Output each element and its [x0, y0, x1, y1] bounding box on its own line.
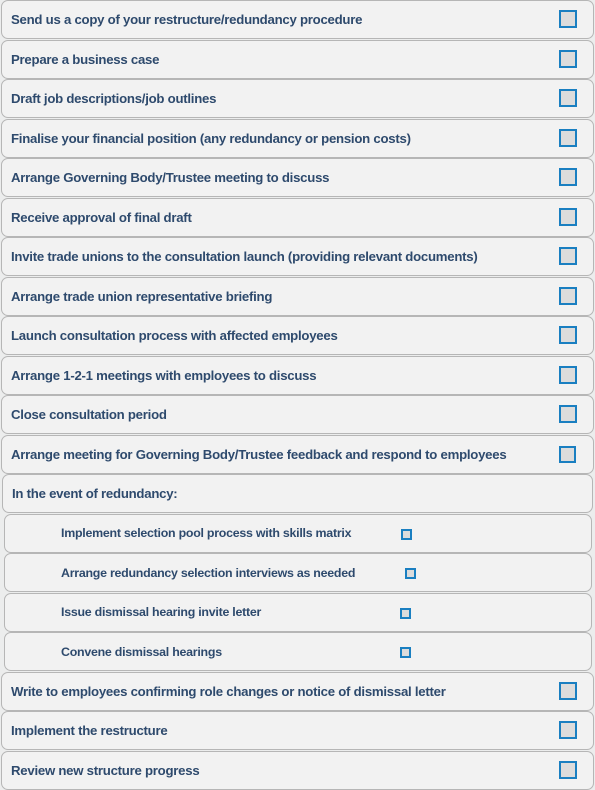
checklist-row[interactable]: Issue dismissal hearing invite letter — [4, 592, 592, 632]
checklist-row[interactable]: Review new structure progress — [1, 750, 594, 790]
checklist-row[interactable]: Implement selection pool process with sk… — [4, 513, 592, 553]
checklist-item-label: Arrange 1-2-1 meetings with employees to… — [11, 367, 317, 383]
checkbox-icon[interactable] — [559, 405, 577, 423]
checkbox-icon[interactable] — [559, 286, 577, 305]
checklist-item-label: Implement the restructure — [11, 723, 168, 738]
checklist-row[interactable]: Finalise your financial position (any re… — [1, 118, 594, 158]
checklist-item-label: Close consultation period — [11, 407, 167, 422]
checkbox-icon[interactable] — [559, 168, 577, 186]
checkbox-icon[interactable] — [559, 207, 577, 226]
checklist-row[interactable]: Implement the restructure — [1, 711, 594, 750]
checkbox-icon[interactable] — [559, 681, 577, 700]
checklist-row[interactable]: Arrange Governing Body/Trustee meeting t… — [1, 158, 594, 197]
restructure-redundancy-checklist: Send us a copy of your restructure/redun… — [0, 0, 595, 790]
checkbox-icon[interactable] — [559, 89, 577, 107]
checklist-item-label: Arrange redundancy selection interviews … — [61, 565, 356, 580]
checkbox-icon[interactable] — [401, 528, 412, 540]
checklist-item-label: Issue dismissal hearing invite letter — [61, 605, 262, 619]
checklist-row[interactable]: Close consultation period — [1, 395, 594, 434]
checklist-item-label: Invite trade unions to the consultation … — [11, 249, 478, 264]
checklist-row[interactable]: Arrange meeting for Governing Body/Trust… — [1, 434, 594, 474]
checkbox-icon[interactable] — [400, 607, 411, 619]
checklist-item-label: Implement selection pool process with sk… — [61, 526, 352, 540]
checkbox-icon[interactable] — [559, 326, 577, 344]
checklist-row[interactable]: Launch consultation process with affecte… — [1, 316, 594, 355]
checkbox-icon[interactable] — [559, 445, 576, 463]
checklist-item-label: Convene dismissal hearings — [61, 644, 222, 659]
checklist-row[interactable]: Send us a copy of your restructure/redun… — [1, 0, 594, 39]
checkbox-icon[interactable] — [559, 10, 577, 28]
checklist-item-label: Prepare a business case — [11, 51, 160, 67]
checkbox-icon[interactable] — [559, 721, 577, 739]
checklist-item-label: Arrange meeting for Governing Body/Trust… — [11, 446, 507, 462]
checklist-item-label: Draft job descriptions/job outlines — [11, 91, 217, 106]
checklist-item-label: Send us a copy of your restructure/redun… — [11, 12, 363, 27]
checkbox-icon[interactable] — [559, 365, 577, 384]
checklist-section-header: In the event of redundancy: — [2, 474, 593, 513]
checklist-row[interactable]: Arrange redundancy selection interviews … — [4, 553, 592, 592]
checklist-item-label: Arrange trade union representative brief… — [11, 288, 273, 304]
checkbox-icon[interactable] — [559, 760, 577, 779]
checklist-row[interactable]: Arrange trade union representative brief… — [1, 276, 594, 316]
checklist-item-label: In the event of redundancy: — [12, 486, 178, 501]
checkbox-icon[interactable] — [405, 568, 416, 579]
checklist-item-label: Finalise your financial position (any re… — [11, 130, 411, 146]
checklist-item-label: Review new structure progress — [11, 762, 200, 778]
checkbox-icon[interactable] — [559, 247, 577, 265]
checkbox-icon[interactable] — [559, 49, 577, 68]
checkbox-icon[interactable] — [400, 647, 411, 658]
checklist-row[interactable]: Convene dismissal hearings — [4, 632, 592, 671]
checklist-row[interactable]: Invite trade unions to the consultation … — [1, 237, 594, 276]
checklist-row[interactable]: Arrange 1-2-1 meetings with employees to… — [1, 355, 594, 395]
checkbox-icon[interactable] — [559, 128, 577, 147]
checklist-row[interactable]: Prepare a business case — [1, 39, 594, 79]
checklist-row[interactable]: Write to employees confirming role chang… — [1, 671, 594, 711]
checklist-item-label: Write to employees confirming role chang… — [11, 683, 446, 699]
checklist-row[interactable]: Receive approval of final draft — [1, 197, 594, 237]
checklist-item-label: Receive approval of final draft — [11, 209, 192, 225]
checklist-item-label: Launch consultation process with affecte… — [11, 328, 338, 343]
checklist-row[interactable]: Draft job descriptions/job outlines — [1, 79, 594, 118]
checklist-item-label: Arrange Governing Body/Trustee meeting t… — [11, 170, 330, 185]
